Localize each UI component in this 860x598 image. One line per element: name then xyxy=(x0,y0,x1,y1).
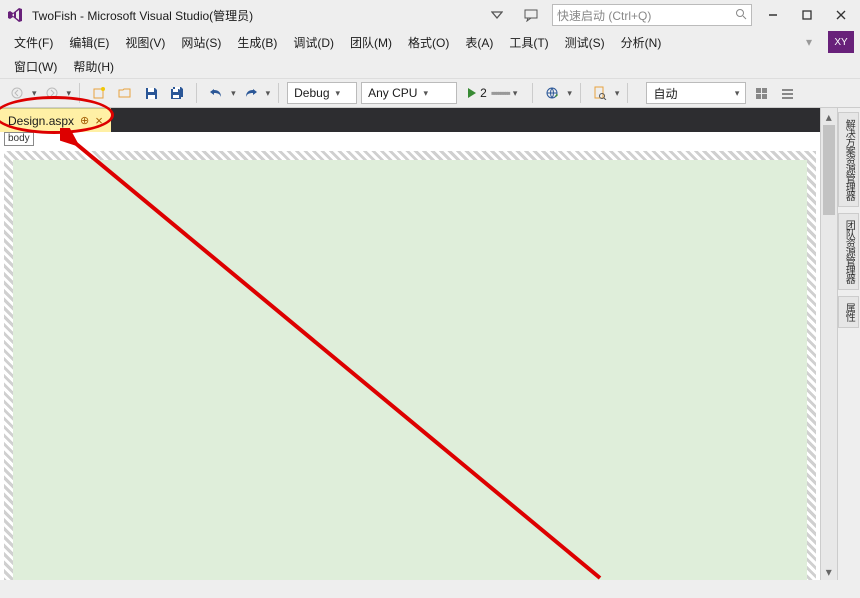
tab-label: Design.aspx xyxy=(8,114,74,128)
account-menu-icon[interactable]: ▾ xyxy=(796,31,822,53)
undo-dropdown[interactable]: ▾ xyxy=(231,88,236,99)
toolbar: ▾ ▾ ▾ ▾ Debug ▾ Any CPU ▾ 2 ▪▪▪▪▪▪▪▪ ▾ ▾… xyxy=(0,78,860,108)
save-button[interactable] xyxy=(140,82,162,104)
chevron-down-icon: ▾ xyxy=(735,88,740,99)
window-title: TwoFish - Microsoft Visual Studio(管理员) xyxy=(32,7,253,24)
quick-launch-input[interactable]: 快速启动 (Ctrl+Q) xyxy=(552,4,752,26)
vertical-scrollbar[interactable]: ▴ ▾ xyxy=(820,108,837,580)
quick-launch-placeholder: 快速启动 (Ctrl+Q) xyxy=(557,7,651,24)
menu-edit[interactable]: 编辑(E) xyxy=(61,32,117,53)
design-surface[interactable] xyxy=(0,147,820,580)
menu-bar: 文件(F) 编辑(E) 视图(V) 网站(S) 生成(B) 调试(D) 团队(M… xyxy=(0,30,860,54)
table-cell[interactable] xyxy=(16,163,804,245)
solution-config-select[interactable]: Debug ▾ xyxy=(287,82,357,104)
search-icon xyxy=(735,8,747,23)
maximize-button[interactable] xyxy=(794,4,820,26)
tab-design-aspx[interactable]: Design.aspx ⊕ × xyxy=(0,108,111,132)
new-project-button[interactable] xyxy=(88,82,110,104)
play-icon xyxy=(468,88,476,98)
solution-config-value: Debug xyxy=(294,86,329,100)
tag-breadcrumb: body xyxy=(0,132,820,147)
menu-analyze[interactable]: 分析(N) xyxy=(613,32,670,53)
menu-test[interactable]: 测试(S) xyxy=(557,32,613,53)
tab-strip: Design.aspx ⊕ × xyxy=(0,108,820,132)
run-target-label: 2 xyxy=(480,86,487,100)
menu-build[interactable]: 生成(B) xyxy=(229,32,285,53)
toggle-list-button[interactable] xyxy=(776,82,798,104)
menu-file[interactable]: 文件(F) xyxy=(6,32,61,53)
menu-table[interactable]: 表(A) xyxy=(457,32,501,53)
chevron-down-icon: ▾ xyxy=(423,88,428,99)
scroll-down-icon[interactable]: ▾ xyxy=(821,563,837,580)
menu-website[interactable]: 网站(S) xyxy=(173,32,229,53)
menu-debug[interactable]: 调试(D) xyxy=(285,32,342,53)
nav-forward-button[interactable] xyxy=(41,82,63,104)
solution-platform-select[interactable]: Any CPU ▾ xyxy=(361,82,457,104)
table-cell[interactable] xyxy=(16,245,331,435)
table-cell[interactable] xyxy=(16,435,331,580)
layout-table[interactable] xyxy=(4,151,816,580)
mode-select-value: 自动 xyxy=(653,85,677,102)
menu-help[interactable]: 帮助(H) xyxy=(65,56,122,77)
find-dropdown[interactable]: ▾ xyxy=(615,88,620,99)
table-cell[interactable] xyxy=(331,435,804,580)
breadcrumb-body[interactable]: body xyxy=(4,132,34,146)
tab-pin-icon[interactable]: ⊕ xyxy=(80,114,89,127)
menu-format[interactable]: 格式(O) xyxy=(400,32,457,53)
panel-team-explorer[interactable]: 团队资源管理器 xyxy=(838,213,859,290)
start-debug-button[interactable]: 2 ▪▪▪▪▪▪▪▪ ▾ xyxy=(461,82,524,104)
solution-platform-value: Any CPU xyxy=(368,86,417,100)
panel-properties[interactable]: 属性 xyxy=(838,296,859,328)
browser-link-dropdown[interactable]: ▾ xyxy=(567,88,572,99)
nav-forward-dropdown[interactable]: ▾ xyxy=(67,88,72,99)
menu-tools[interactable]: 工具(T) xyxy=(501,32,556,53)
nav-back-button[interactable] xyxy=(6,82,28,104)
collapsed-panels: 解决方案资源管理器 团队资源管理器 属性 xyxy=(837,108,860,580)
document-well: Design.aspx ⊕ × body xyxy=(0,108,820,580)
user-badge[interactable]: XY xyxy=(828,31,854,53)
menu-bar-row2: 窗口(W) 帮助(H) xyxy=(0,54,860,78)
table-cell[interactable] xyxy=(331,245,804,435)
undo-button[interactable] xyxy=(205,82,227,104)
chevron-down-icon: ▾ xyxy=(336,88,341,99)
menu-team[interactable]: 团队(M) xyxy=(342,32,400,53)
nav-back-dropdown[interactable]: ▾ xyxy=(32,88,37,99)
menu-view[interactable]: 视图(V) xyxy=(117,32,173,53)
tab-close-icon[interactable]: × xyxy=(95,113,103,128)
browser-link-button[interactable] xyxy=(541,82,563,104)
run-target-more: ▪▪▪▪▪▪▪▪ xyxy=(491,86,509,100)
workspace: Design.aspx ⊕ × body ▴ ▾ xyxy=(0,108,860,580)
panel-solution-explorer[interactable]: 解决方案资源管理器 xyxy=(838,112,859,207)
open-file-button[interactable] xyxy=(114,82,136,104)
find-in-files-button[interactable] xyxy=(589,82,611,104)
scroll-thumb[interactable] xyxy=(823,125,835,215)
mode-select[interactable]: 自动 ▾ xyxy=(646,82,746,104)
redo-dropdown[interactable]: ▾ xyxy=(266,88,271,99)
feedback-icon[interactable] xyxy=(518,4,544,26)
chevron-down-icon: ▾ xyxy=(513,88,518,99)
scroll-up-icon[interactable]: ▴ xyxy=(821,108,837,125)
close-button[interactable] xyxy=(828,4,854,26)
toggle-grid-button[interactable] xyxy=(750,82,772,104)
minimize-button[interactable] xyxy=(760,4,786,26)
scroll-track[interactable] xyxy=(821,125,837,563)
titlebar: TwoFish - Microsoft Visual Studio(管理员) 快… xyxy=(0,0,860,30)
save-all-button[interactable] xyxy=(166,82,188,104)
visual-studio-logo-icon xyxy=(6,6,24,24)
menu-window[interactable]: 窗口(W) xyxy=(6,56,65,77)
redo-button[interactable] xyxy=(240,82,262,104)
notifications-icon[interactable] xyxy=(484,4,510,26)
